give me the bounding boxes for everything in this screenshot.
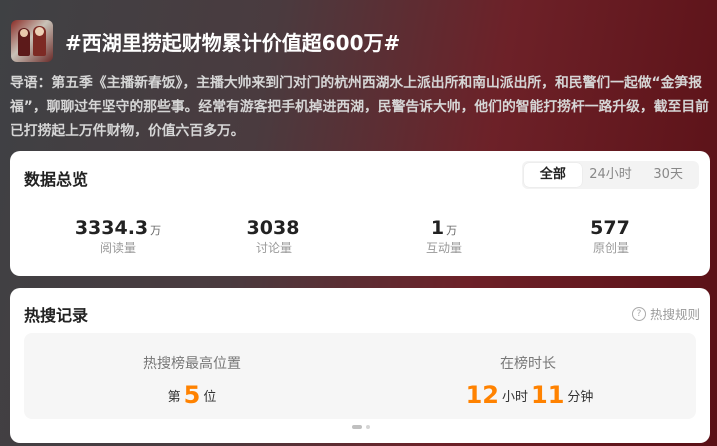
stat-label: 互动量 (425, 241, 462, 255)
topic-intro: 导语：第五季《主播新春饭》，主播大帅来到门对门的杭州西湖水上派出所和南山派出所，… (10, 75, 709, 139)
duration-label: 在榜时长 (500, 356, 556, 372)
question-circle-icon: ? (631, 306, 646, 321)
stat-value: 577 (590, 217, 630, 239)
time-on-list: 在榜时长 12 小时 11 分钟 (360, 333, 696, 409)
hours-value: 12 (465, 381, 499, 409)
stat-label: 讨论量 (255, 241, 292, 255)
stat-label: 原创量 (592, 241, 629, 255)
hours-unit: 小时 (501, 390, 528, 405)
pagination-dots (352, 425, 370, 429)
page-dot[interactable] (366, 425, 370, 429)
overview-title: 数据总览 (24, 170, 89, 189)
hot-search-rules-link[interactable]: ? 热搜规则 (631, 304, 700, 323)
peak-value: 5 (183, 381, 201, 409)
peak-position: 热搜榜最高位置 第5位 (24, 333, 360, 409)
stat-discussions: 3038 讨论量 (204, 217, 344, 256)
stat-originals: 577 原创量 (541, 217, 681, 256)
peak-suffix: 位 (203, 390, 217, 405)
time-range-tabs: 全部 24小时 30天 (522, 161, 699, 189)
topic-thumbnail-image (11, 20, 53, 62)
tab-30d[interactable]: 30天 (639, 163, 697, 187)
stat-label: 阅读量 (99, 241, 136, 255)
stat-reads: 3334.3 万 阅读量 (48, 217, 188, 256)
tab-all[interactable]: 全部 (524, 163, 582, 187)
rules-label: 热搜规则 (649, 307, 700, 322)
stat-value: 1 (430, 217, 445, 239)
record-panel: 热搜榜最高位置 第5位 在榜时长 12 小时 11 分钟 (24, 333, 696, 419)
record-title: 热搜记录 (24, 306, 89, 325)
hot-search-record-card: 热搜记录 ? 热搜规则 热搜榜最高位置 第5位 在榜时长 12 小时 11 分钟 (10, 288, 710, 443)
page-dot-active[interactable] (352, 425, 362, 429)
stat-unit: 万 (446, 224, 458, 237)
stat-interactions: 1万 互动量 (374, 217, 514, 256)
topic-header: #西湖里捞起财物累计价值超600万# 导语：第五季《主播新春饭》，主播大帅来到门… (0, 0, 717, 150)
stat-value: 3334.3 (74, 217, 149, 239)
tab-24h[interactable]: 24小时 (582, 163, 640, 187)
minutes-unit: 分钟 (567, 390, 594, 405)
overview-card: 数据总览 全部 24小时 30天 3334.3 万 阅读量 3038 讨论量 1万… (10, 151, 710, 276)
stats-row: 3334.3 万 阅读量 3038 讨论量 1万 互动量 577 原创量 (10, 217, 710, 263)
peak-label: 热搜榜最高位置 (143, 356, 241, 372)
stat-unit: 万 (150, 224, 162, 237)
peak-prefix: 第 (167, 390, 181, 405)
stat-value: 3038 (246, 217, 300, 239)
topic-title: #西湖里捞起财物累计价值超600万# (65, 31, 401, 55)
minutes-value: 11 (531, 381, 565, 409)
